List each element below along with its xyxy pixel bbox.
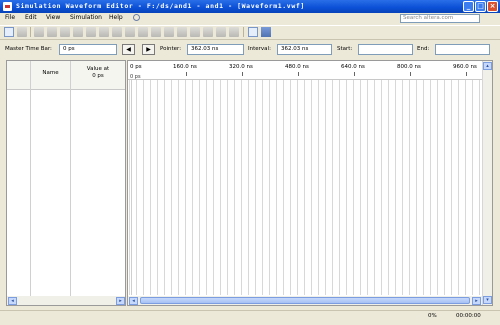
search-input[interactable]: Search altera.com <box>400 14 480 23</box>
left-arrow-icon: ◀ <box>126 46 131 53</box>
signal-list-panel <box>6 60 126 306</box>
display-tool-icon[interactable] <box>248 27 258 37</box>
wave-tool-icon[interactable] <box>125 27 135 37</box>
pointer-field: 362.03 ns <box>187 44 244 55</box>
ruler-label: 480.0 ns <box>285 64 309 70</box>
minimize-button[interactable]: _ <box>463 1 474 12</box>
ruler-label: 160.0 ns <box>173 64 197 70</box>
ruler-tick <box>354 72 355 76</box>
app-icon <box>3 2 12 11</box>
end-label: End: <box>417 46 430 52</box>
master-time-bar-label: Master Time Bar: <box>5 46 52 52</box>
menu-file[interactable]: File <box>5 14 15 21</box>
wave-tool-icon[interactable] <box>47 27 57 37</box>
wave-tool-icon[interactable] <box>99 27 109 37</box>
menu-help[interactable]: Help <box>109 14 123 21</box>
master-time-bar-input[interactable]: 0 ps <box>59 44 117 55</box>
column-header-name[interactable]: Name <box>31 70 70 76</box>
column-divider <box>30 61 31 296</box>
wave-tool-icon[interactable] <box>151 27 161 37</box>
column-header-value[interactable]: Value at <box>71 66 125 72</box>
status-bar <box>0 310 500 325</box>
wave-tool-icon[interactable] <box>73 27 83 37</box>
help-icon[interactable] <box>133 14 140 21</box>
toolbar-separator <box>30 27 31 37</box>
ruler-label: 640.0 ns <box>341 64 365 70</box>
ruler-tick <box>410 72 411 76</box>
left-horizontal-scrollbar[interactable] <box>7 296 125 305</box>
horizontal-scroll-thumb[interactable] <box>140 297 470 304</box>
scroll-right-arrow-icon[interactable]: ▸ <box>472 297 481 305</box>
right-arrow-icon: ▶ <box>146 46 151 53</box>
start-label: Start: <box>337 46 353 52</box>
scroll-left-arrow-icon[interactable]: ◂ <box>8 297 17 305</box>
wave-tool-icon[interactable] <box>177 27 187 37</box>
wave-tool-icon[interactable] <box>190 27 200 37</box>
wave-tool-icon[interactable] <box>229 27 239 37</box>
pointer-label: Pointer: <box>160 46 182 52</box>
scroll-up-arrow-icon[interactable]: ▴ <box>483 62 492 70</box>
start-field[interactable] <box>358 44 413 55</box>
ruler-tick <box>298 72 299 76</box>
column-header-value-time: 0 ps <box>92 73 104 79</box>
wave-tool-icon[interactable] <box>138 27 148 37</box>
vertical-scrollbar[interactable] <box>482 61 492 305</box>
next-transition-button[interactable]: ▶ <box>142 44 155 55</box>
toolbar-separator <box>243 27 244 37</box>
ruler-tick <box>242 72 243 76</box>
waveform-grid[interactable] <box>129 80 481 295</box>
ruler-label: 800.0 ns <box>397 64 421 70</box>
close-button[interactable]: × <box>487 1 498 12</box>
end-field[interactable] <box>435 44 490 55</box>
wave-tool-icon[interactable] <box>34 27 44 37</box>
previous-transition-button[interactable]: ◀ <box>122 44 135 55</box>
column-divider <box>70 61 71 296</box>
menu-view[interactable]: View <box>46 14 60 21</box>
wave-tool-icon[interactable] <box>60 27 70 37</box>
wave-tool-icon[interactable] <box>216 27 226 37</box>
wave-tool-icon[interactable] <box>164 27 174 37</box>
menu-simulation[interactable]: Simulation <box>70 14 102 21</box>
scroll-left-arrow-icon[interactable]: ◂ <box>129 297 138 305</box>
progress-percent: 0% <box>428 313 437 319</box>
interval-field: 362.03 ns <box>277 44 332 55</box>
wave-tool-icon[interactable] <box>86 27 96 37</box>
elapsed-time: 00:00:00 <box>456 313 481 319</box>
ruler-tick <box>186 72 187 76</box>
wave-tool-icon[interactable] <box>203 27 213 37</box>
title-bar: Simulation Waveform Editor - F:/ds/and1 … <box>0 0 500 13</box>
time-bar-cursor[interactable] <box>131 80 132 295</box>
scroll-down-arrow-icon[interactable]: ▾ <box>483 296 492 304</box>
ruler-label: 960.0 ns <box>453 64 477 70</box>
ruler-label: 320.0 ns <box>229 64 253 70</box>
grid-tool-icon[interactable] <box>261 27 271 37</box>
pointer-tool-icon[interactable] <box>4 27 14 37</box>
interval-label: Interval: <box>248 46 271 52</box>
wave-tool-icon[interactable] <box>112 27 122 37</box>
maximize-button[interactable]: □ <box>475 1 486 12</box>
zoom-tool-icon[interactable] <box>17 27 27 37</box>
menu-edit[interactable]: Edit <box>25 14 37 21</box>
ruler-label: 0 ps <box>130 64 142 70</box>
ruler-tick <box>466 72 467 76</box>
scroll-right-arrow-icon[interactable]: ▸ <box>116 297 125 305</box>
window-title: Simulation Waveform Editor - F:/ds/and1 … <box>16 2 305 10</box>
